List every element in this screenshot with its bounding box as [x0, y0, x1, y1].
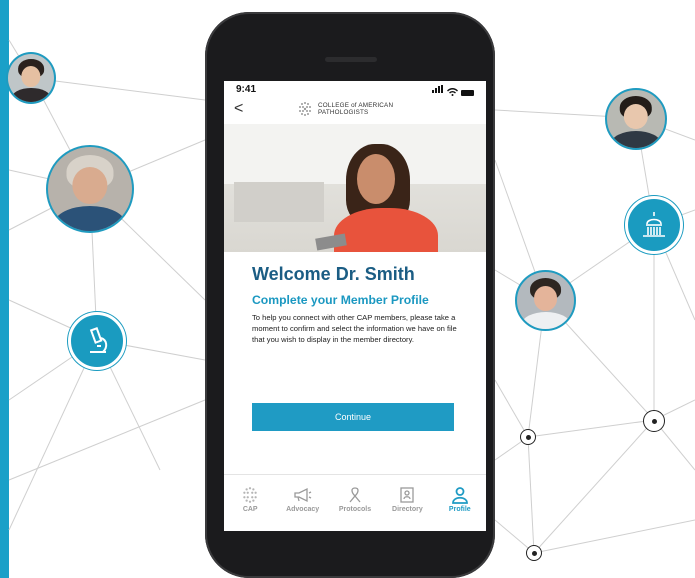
person-icon — [451, 484, 469, 506]
tab-label: Advocacy — [286, 506, 320, 513]
logo-text: COLLEGE of AMERICAN PATHOLOGISTS — [318, 102, 393, 116]
tab-label: CAP — [242, 506, 258, 513]
hero-shelf — [234, 182, 324, 222]
network-dot — [526, 545, 542, 561]
welcome-title: Welcome Dr. Smith — [252, 264, 415, 284]
wifi-icon — [447, 88, 458, 96]
hero-shirt — [334, 208, 438, 252]
capitol-icon — [625, 196, 683, 254]
profile-subtitle: Complete your Member Profile — [252, 293, 429, 307]
tab-bar: CAP Advocacy Protocols Directory Profile — [224, 474, 486, 531]
phone-speaker — [325, 57, 377, 62]
tab-advocacy[interactable]: Advocacy — [276, 475, 328, 531]
continue-button[interactable]: Continue — [252, 403, 454, 431]
back-button[interactable]: < — [234, 100, 243, 118]
directory-icon — [399, 484, 415, 506]
network-dot — [643, 410, 665, 432]
status-icons — [432, 85, 474, 96]
member-avatar — [605, 88, 667, 150]
app-header: < COLLEGE of AMERICAN PATHOLOGISTS — [224, 97, 486, 123]
cap-logo-icon — [241, 484, 259, 506]
logo-line-1: COLLEGE of AMERICAN — [318, 102, 394, 109]
tab-cap[interactable]: CAP — [224, 475, 276, 531]
ribbon-icon — [347, 484, 363, 506]
phone-device: 9:41 < COLLEGE of AMERICAN PATHOLOGISTS … — [205, 12, 495, 578]
tab-label: Profile — [448, 506, 471, 513]
tab-protocols[interactable]: Protocols — [329, 475, 381, 531]
phone-screen: 9:41 < COLLEGE of AMERICAN PATHOLOGISTS … — [224, 81, 486, 531]
member-avatar — [46, 145, 134, 233]
hero-photo — [224, 124, 486, 252]
logo-line-2: PATHOLOGISTS — [318, 109, 369, 116]
tab-label: Directory — [392, 506, 423, 513]
member-avatar — [6, 52, 56, 104]
cap-logo: COLLEGE of AMERICAN PATHOLOGISTS — [297, 101, 393, 117]
tab-profile[interactable]: Profile — [434, 475, 486, 531]
signal-icon — [432, 85, 444, 96]
profile-description: To help you connect with other CAP membe… — [252, 313, 457, 344]
hero-face — [357, 154, 395, 204]
microscope-icon — [68, 312, 126, 370]
tab-directory[interactable]: Directory — [381, 475, 433, 531]
cap-logo-icon — [299, 102, 311, 116]
network-dot — [520, 429, 536, 445]
status-time: 9:41 — [236, 84, 257, 95]
battery-icon — [461, 90, 474, 96]
member-avatar — [515, 270, 576, 331]
megaphone-icon — [293, 484, 313, 506]
tab-label: Protocols — [338, 506, 372, 513]
